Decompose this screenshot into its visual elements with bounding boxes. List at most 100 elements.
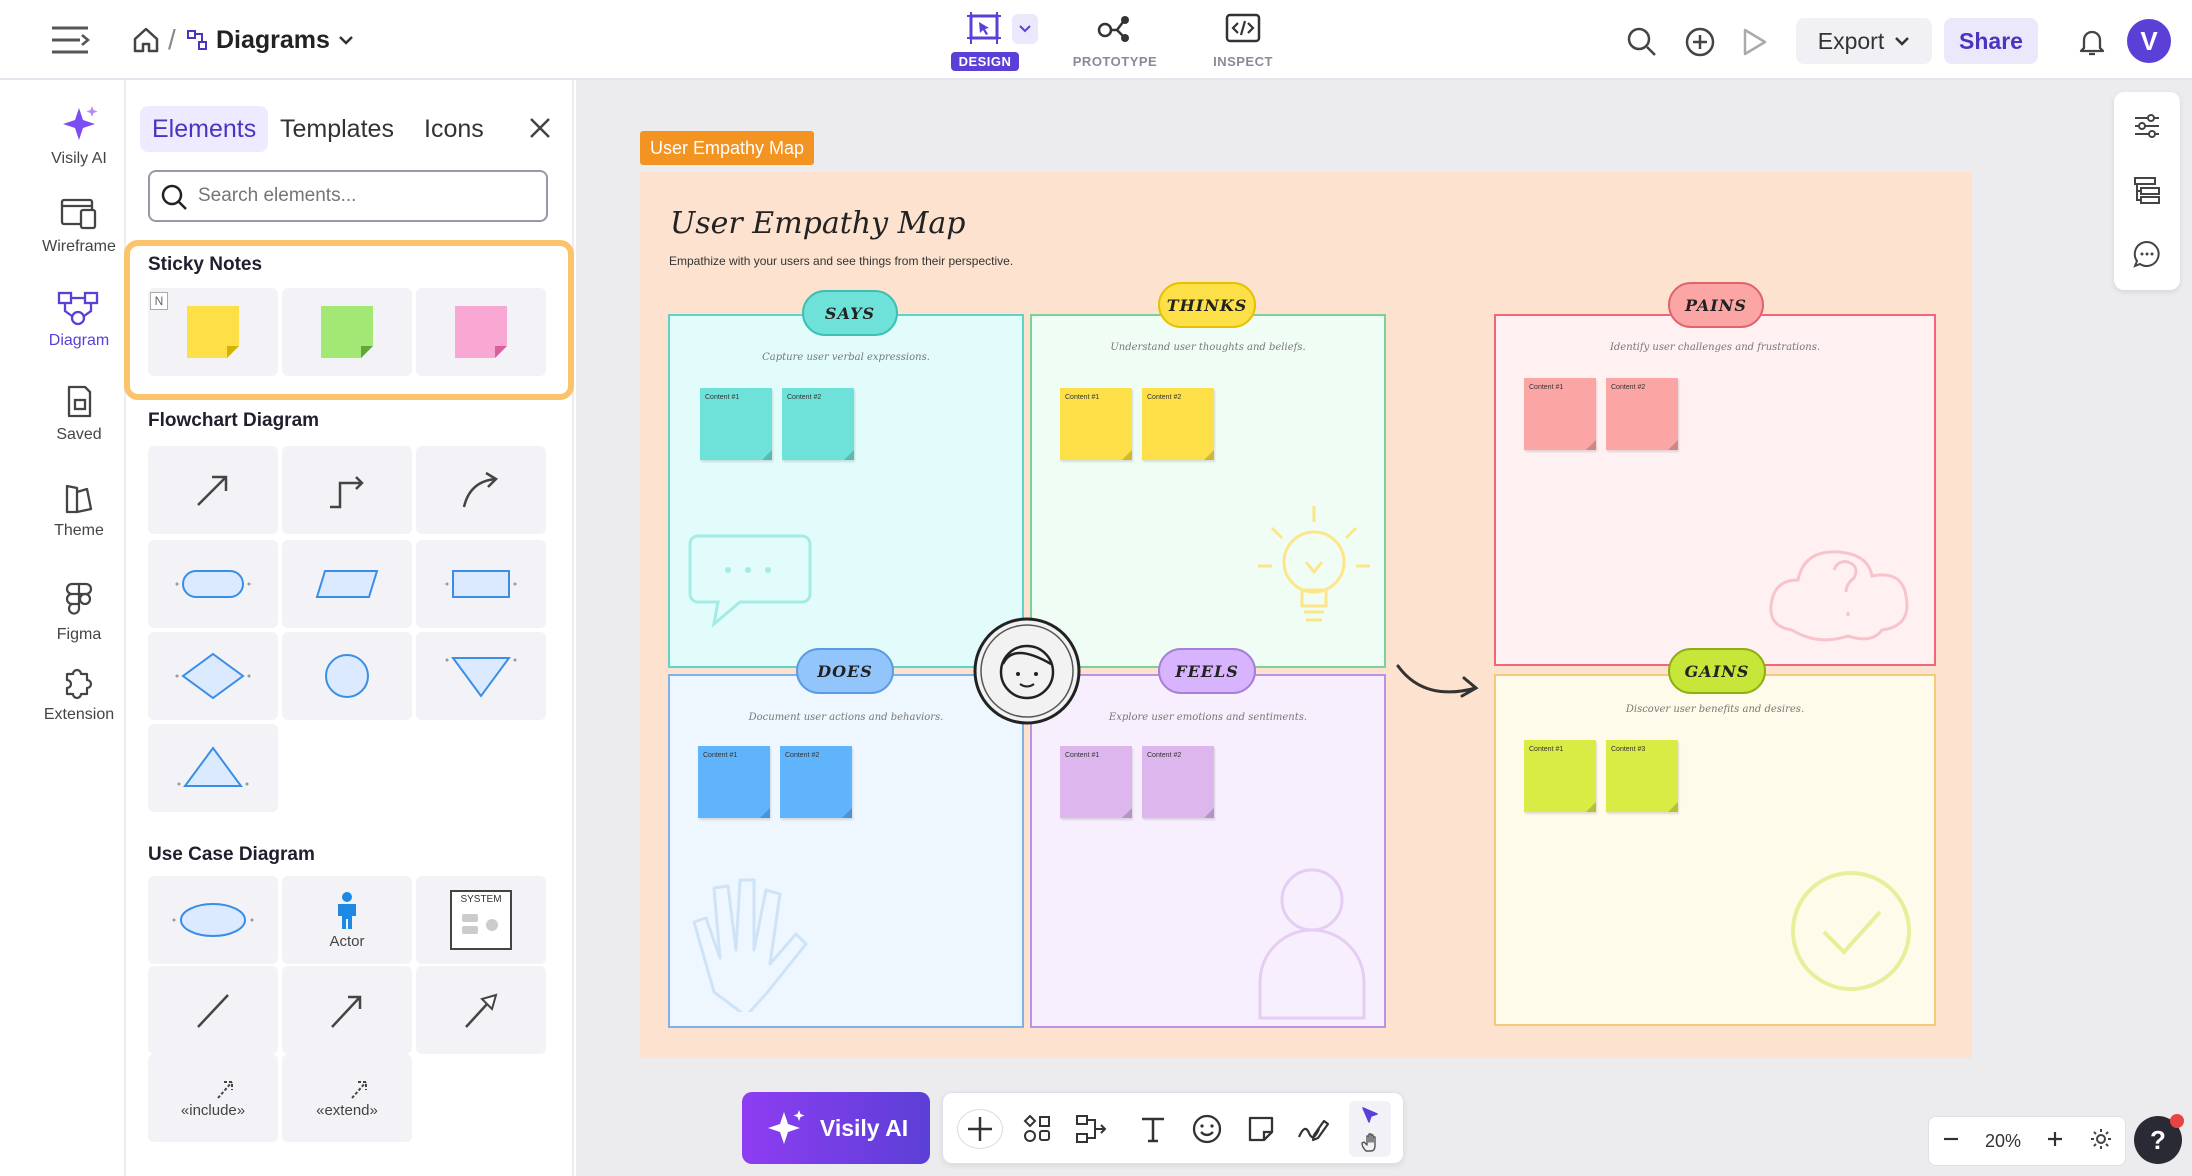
rail-saved[interactable]: Saved <box>32 384 126 444</box>
flowchart-tool-button[interactable] <box>1071 1109 1111 1149</box>
hand-icon <box>692 878 808 1012</box>
rail-visily-ai[interactable]: Visily AI <box>32 104 126 168</box>
quadrant-gains[interactable]: Discover user benefits and desires. Cont… <box>1494 674 1936 1026</box>
project-dropdown[interactable]: Diagrams <box>186 20 354 60</box>
flow-elbow-arrow[interactable] <box>282 446 412 534</box>
flow-decision-shape[interactable] <box>148 632 278 720</box>
zoom-in-button[interactable] <box>2045 1129 2065 1154</box>
rail-theme[interactable]: Theme <box>32 480 126 540</box>
sticky-note[interactable]: Content #2 <box>1142 746 1214 818</box>
rail-label: Wireframe <box>42 238 116 255</box>
sticky-note[interactable]: Content #1 <box>700 388 772 460</box>
cursor-icon[interactable] <box>1359 1105 1381 1127</box>
sticky-note[interactable]: Content #3 <box>1606 740 1678 812</box>
usecase-generalization[interactable] <box>416 966 546 1054</box>
sticky-note[interactable]: Content #2 <box>782 388 854 460</box>
flow-extract-shape[interactable] <box>148 724 278 812</box>
pen-tool-button[interactable] <box>1293 1109 1333 1149</box>
new-badge: N <box>150 292 168 310</box>
usecase-arrow[interactable] <box>282 966 412 1054</box>
sticky-note[interactable]: Content #1 <box>1060 388 1132 460</box>
add-button[interactable] <box>1680 22 1720 62</box>
dashed-arrow-icon <box>351 1080 367 1099</box>
flowchart-icon <box>1076 1115 1107 1143</box>
flow-curved-arrow[interactable] <box>416 446 546 534</box>
tab-elements[interactable]: Elements <box>140 106 269 152</box>
text-tool-button[interactable] <box>1133 1109 1173 1149</box>
usecase-system[interactable]: SYSTEM <box>416 876 546 964</box>
zoom-level[interactable]: 20% <box>1985 1131 2021 1152</box>
flow-straight-arrow[interactable] <box>148 446 278 534</box>
minus-icon <box>1943 1137 1958 1140</box>
prototype-icon <box>1097 16 1129 42</box>
comment-icon <box>2133 240 2160 268</box>
user-face-icon <box>973 617 1081 725</box>
search-field[interactable] <box>148 170 548 222</box>
quadrant-subtitle: Understand user thoughts and beliefs. <box>1110 342 1306 353</box>
components-button[interactable] <box>1017 1109 1057 1149</box>
usecase-include[interactable]: «include» <box>148 1054 278 1142</box>
rail-figma[interactable]: Figma <box>32 580 126 644</box>
search-input[interactable] <box>198 185 518 207</box>
rail-extension[interactable]: Extension <box>32 664 126 724</box>
play-button[interactable] <box>1734 22 1774 62</box>
tab-templates[interactable]: Templates <box>268 106 406 152</box>
flow-merge-shape[interactable] <box>416 632 546 720</box>
usecase-actor[interactable]: Actor <box>282 876 412 964</box>
quadrant-subtitle: Discover user benefits and desires. <box>1625 704 1805 715</box>
sticky-note[interactable]: Content #1 <box>698 746 770 818</box>
sticky-note[interactable]: Content #2 <box>1142 388 1214 460</box>
tab-icons[interactable]: Icons <box>412 106 496 152</box>
rail-diagram[interactable]: Diagram <box>32 290 126 350</box>
tab-inspect[interactable]: INSPECT <box>1188 6 1298 76</box>
design-options-dropdown[interactable] <box>1012 14 1038 44</box>
layers-button[interactable] <box>2127 170 2167 210</box>
sticky-note[interactable]: Content #1 <box>1524 740 1596 812</box>
breadcrumb-separator: / <box>168 24 176 55</box>
avatar[interactable]: V <box>2127 19 2171 63</box>
curved-arrow-icon <box>462 471 499 508</box>
home-button[interactable] <box>128 22 164 58</box>
include-label: «include» <box>180 1101 246 1119</box>
rail-label: Theme <box>54 522 104 539</box>
rail-label: Diagram <box>48 332 110 349</box>
use-case-title: Use Case Diagram <box>148 844 315 865</box>
share-button[interactable]: Share <box>1944 18 2038 64</box>
sticky-note-green[interactable] <box>282 288 412 376</box>
quadrant-pains[interactable]: Identify user challenges and frustration… <box>1494 314 1936 666</box>
dashed-arrow-icon <box>217 1080 233 1099</box>
flow-data-shape[interactable] <box>282 540 412 628</box>
export-button[interactable]: Export <box>1796 18 1932 64</box>
close-panel-button[interactable] <box>520 108 560 148</box>
sticky-note[interactable]: Content #1 <box>1060 746 1132 818</box>
flow-terminator-shape[interactable] <box>148 540 278 628</box>
quadrant-subtitle: Identify user challenges and frustration… <box>1609 342 1821 353</box>
zoom-out-button[interactable] <box>1941 1129 1961 1154</box>
usecase-ellipse[interactable] <box>148 876 278 964</box>
frame-label[interactable]: User Empathy Map <box>640 131 815 165</box>
rail-wireframe[interactable]: Wireframe <box>32 196 126 256</box>
visily-ai-button[interactable]: Visily AI <box>742 1092 930 1164</box>
usecase-line[interactable] <box>148 966 278 1054</box>
hand-tool-icon[interactable] <box>1359 1131 1381 1153</box>
insert-button[interactable] <box>957 1109 1003 1149</box>
tab-prototype[interactable]: PROTOTYPE <box>1060 6 1170 76</box>
sticky-note[interactable]: Content #2 <box>780 746 852 818</box>
flow-process-shape[interactable] <box>416 540 546 628</box>
search-button[interactable] <box>1622 22 1662 62</box>
sticky-note-pink[interactable] <box>416 288 546 376</box>
flow-connector-shape[interactable] <box>282 632 412 720</box>
sticky-note[interactable]: Content #2 <box>1606 378 1678 450</box>
properties-button[interactable] <box>2127 106 2167 146</box>
usecase-extend[interactable]: «extend» <box>282 1054 412 1142</box>
collapse-menu-button[interactable] <box>40 14 100 66</box>
sticky-tool-button[interactable] <box>1241 1109 1281 1149</box>
sticky-note[interactable]: Content #1 <box>1524 378 1596 450</box>
comments-button[interactable] <box>2127 234 2167 274</box>
emoji-tool-button[interactable] <box>1187 1109 1227 1149</box>
emoji-icon <box>1192 1114 1222 1144</box>
search-icon <box>1627 27 1656 56</box>
notifications-button[interactable] <box>2072 22 2112 62</box>
canvas-settings-button[interactable] <box>2089 1127 2113 1156</box>
actor-label: Actor <box>329 932 365 950</box>
